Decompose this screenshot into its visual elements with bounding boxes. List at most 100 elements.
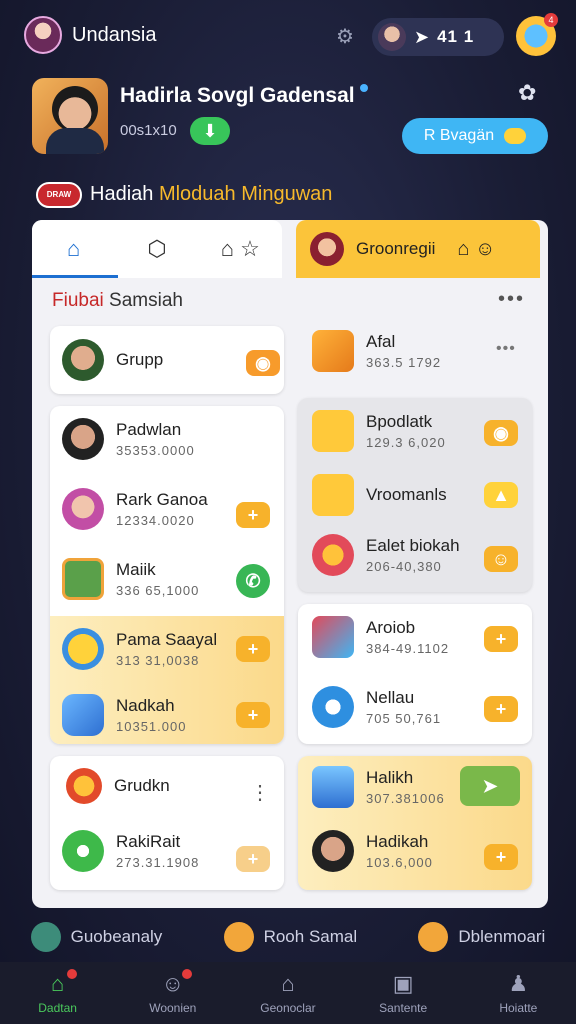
game-icon [62, 558, 104, 600]
person-icon: ♟ [508, 971, 529, 996]
tab-box[interactable]: ⬡ [115, 236, 198, 262]
quick-action-1[interactable]: Guobeanaly [30, 922, 162, 952]
section-title: Fiubai Samsiah [52, 290, 183, 312]
list-item[interactable]: Aroiob 384-49.1102 [312, 616, 449, 658]
add-button[interactable]: + [236, 502, 270, 528]
smile-button[interactable]: ☺ [484, 546, 518, 572]
list-item[interactable]: Maiik 336 65,1000 [62, 558, 199, 600]
weekly-logo: DRAW [36, 182, 82, 208]
list-item[interactable]: Bpodlatk 129.3 6,020 [312, 410, 446, 452]
phone-icon[interactable]: ✆ [236, 564, 270, 598]
quick-action-2[interactable]: Rooh Samal [223, 922, 357, 952]
status-pill[interactable]: ➤ 41 1 [372, 18, 504, 56]
item-sub: 273.31.1908 [116, 855, 200, 870]
nav-badge [181, 969, 192, 979]
list-item[interactable]: Ealet biokah 206-40,380 [312, 534, 460, 576]
weekly-title: Hadiah Mloduah Minguwan [90, 183, 332, 206]
settings-icon[interactable]: ✿ [518, 80, 536, 106]
item-name: Hadikah [366, 832, 429, 851]
next-button[interactable]: ➤ [460, 766, 520, 806]
add-button[interactable]: + [236, 636, 270, 662]
nav-inbox[interactable]: ▣ Santente [358, 971, 448, 1015]
padwlan-avatar [62, 418, 104, 460]
list-item[interactable]: Grudkn [66, 768, 170, 804]
list-item[interactable]: Nellau 705 50,761 [312, 686, 441, 728]
star-icon: ☆ [240, 236, 260, 261]
bag-user-icon: ⌂ ☺ [457, 237, 496, 260]
tab-favorites[interactable]: ⌂ ☆ [199, 236, 282, 262]
quick-action-3[interactable]: Dblenmoari [418, 922, 545, 952]
nav-label: Geonoclar [260, 1001, 316, 1015]
chat-icon[interactable]: ◉ [246, 350, 280, 376]
chat-face-icon: ☺ [161, 971, 185, 996]
add-button[interactable]: + [484, 696, 518, 722]
profile-face [52, 86, 98, 132]
nav-messages[interactable]: ☺ Woonien [128, 969, 218, 1015]
nav-profile[interactable]: ♟ Hoiatte [473, 971, 563, 1015]
user-avatar[interactable] [24, 16, 62, 54]
item-name: Halikh [366, 768, 414, 787]
gear-icon[interactable]: ⚙ [336, 24, 354, 49]
chest-icon [312, 410, 354, 452]
list-item[interactable]: Halikh 307.381006 [312, 766, 445, 808]
item-name: Bpodlatk [366, 412, 433, 431]
box-icon [312, 330, 354, 372]
more-dots-icon[interactable]: ••• [496, 340, 516, 358]
item-sub: 12334.0020 [116, 513, 195, 528]
item-sub: 307.381006 [366, 791, 445, 806]
tab-home[interactable]: ⌂ [32, 236, 115, 262]
notification-badge: 4 [544, 13, 558, 27]
item-name: Aroiob [366, 618, 416, 637]
up-button[interactable]: ▲ [484, 482, 518, 508]
profile-name: Hadirla Sovgl Gadensal [120, 84, 355, 107]
download-button[interactable]: ⬇ [190, 117, 230, 145]
list-item[interactable]: RakiRait 273.31.1908 [62, 830, 199, 872]
add-button[interactable]: + [484, 626, 518, 652]
list-item[interactable]: Nadkah 10351.000 [62, 694, 186, 736]
list-item[interactable]: Padwlan 35353.0000 [62, 418, 195, 460]
check-icon [62, 830, 104, 872]
box-icon: ⬡ [147, 236, 167, 261]
promo-button[interactable]: R Bvagän [402, 118, 548, 154]
home-icon: ⌂ [50, 971, 65, 996]
send-icon: ➤ [414, 26, 430, 47]
profile-id: 00s1x10 [120, 122, 177, 139]
weekly-title-highlight: Mloduah Minguwan [158, 183, 333, 205]
weekly-title-prefix: Hadiah [90, 183, 154, 205]
inbox-icon: ▣ [392, 971, 414, 996]
more-options-icon[interactable]: ••• [498, 288, 525, 311]
nav-shop[interactable]: ⌂ Geonoclar [243, 971, 333, 1015]
list-item[interactable]: Hadikah 103.6,000 [312, 830, 433, 872]
card-grupp[interactable]: Grupp ◉ [50, 326, 284, 394]
rark-avatar [62, 488, 104, 530]
reward-button[interactable]: ◉ [484, 420, 518, 446]
card-treasures: Bpodlatk 129.3 6,020 ◉ Vroomanls ▲ Ealet … [298, 398, 532, 592]
profile-photo[interactable] [32, 78, 108, 154]
nav-label: Santente [379, 1001, 428, 1015]
grupp-avatar [62, 339, 104, 381]
item-name: Pama Saayal [116, 630, 218, 649]
add-button[interactable]: + [236, 846, 270, 872]
coin-stack-icon [418, 922, 449, 952]
bag-icon: ⌂ [281, 971, 295, 996]
list-item[interactable]: Afal 363.5 1792 [312, 330, 441, 372]
user-name: Undansia [72, 24, 157, 46]
tab-group[interactable]: Groonregii ⌂ ☺ [296, 220, 540, 278]
add-button[interactable]: + [236, 702, 270, 728]
section-title-rest: Samsiah [109, 290, 183, 311]
list-item[interactable]: Rark Ganoa 12334.0020 [62, 488, 208, 530]
gold-bars-icon [312, 474, 354, 516]
list-item[interactable]: Pama Saayal 313 31,0038 [62, 628, 217, 670]
more-icon[interactable]: ⋮ [250, 780, 270, 805]
item-name: Rark Ganoa [116, 490, 208, 509]
item-sub: 363.5 1792 [366, 355, 442, 370]
item-name: Padwlan [116, 420, 182, 439]
item-name: Nellau [366, 688, 415, 707]
coin-icon [504, 128, 527, 144]
card-tools: Aroiob 384-49.1102 + Nellau 705 50,761 + [298, 604, 532, 744]
nav-home[interactable]: ⌂ Dadtan [13, 969, 103, 1015]
quick-action-label: Dblenmoari [458, 927, 546, 946]
list-item[interactable]: Vroomanls [312, 474, 447, 516]
tools-icon [312, 616, 354, 658]
add-button[interactable]: + [484, 844, 518, 870]
